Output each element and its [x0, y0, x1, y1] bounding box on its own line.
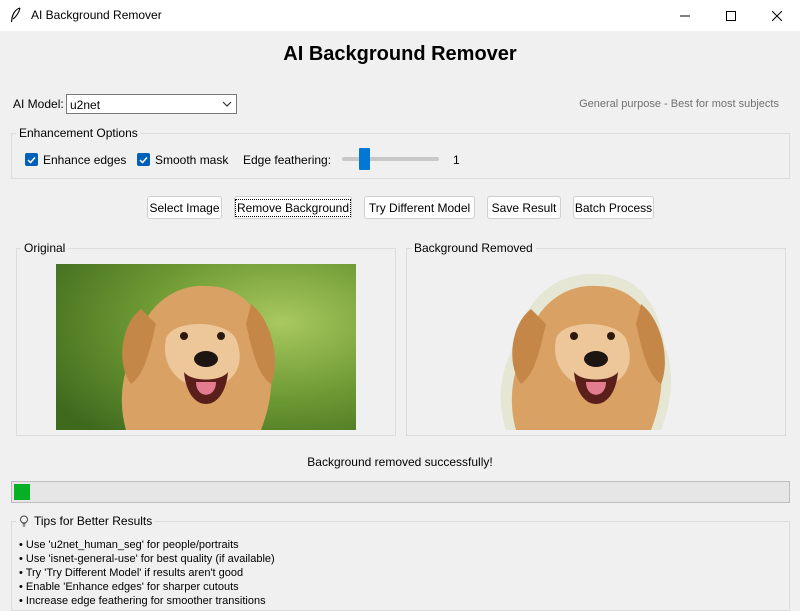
- model-select[interactable]: u2net: [66, 94, 237, 114]
- smooth-mask-label: Smooth mask: [155, 153, 229, 167]
- feathering-slider-track[interactable]: [342, 157, 439, 161]
- lightbulb-icon: [20, 515, 28, 527]
- minimize-button[interactable]: [662, 0, 708, 31]
- enhance-edges-label: Enhance edges: [43, 153, 127, 167]
- check-icon: [27, 156, 36, 164]
- feathering-value: 1: [453, 153, 460, 167]
- result-panel-label: Background Removed: [411, 241, 536, 255]
- enhancement-group-label: Enhancement Options: [16, 126, 141, 140]
- chevron-down-icon: [222, 101, 232, 107]
- result-image: [500, 273, 672, 430]
- maximize-icon: [726, 10, 736, 21]
- check-icon: [139, 156, 148, 164]
- select-image-label: Select Image: [149, 200, 220, 215]
- original-panel-label: Original: [21, 241, 69, 255]
- try-different-model-button[interactable]: Try Different Model: [364, 196, 475, 219]
- feathering-slider-thumb[interactable]: [359, 148, 370, 170]
- maximize-button[interactable]: [708, 0, 754, 31]
- tip-item: • Use 'isnet-general-use' for best quali…: [19, 553, 275, 565]
- feather-icon: [10, 7, 21, 23]
- tip-item: • Use 'u2net_human_seg' for people/portr…: [19, 539, 239, 551]
- tips-title: Tips for Better Results: [34, 514, 153, 528]
- model-label: AI Model:: [13, 97, 64, 111]
- model-description: General purpose - Best for most subjects: [579, 98, 779, 110]
- batch-process-label: Batch Process: [574, 200, 653, 215]
- tip-item: • Try 'Try Different Model' if results a…: [19, 567, 244, 579]
- remove-background-button[interactable]: Remove Background: [234, 196, 352, 219]
- tip-item: • Enable 'Enhance edges' for sharper cut…: [19, 581, 239, 593]
- remove-background-label: Remove Background: [234, 198, 352, 217]
- feathering-label: Edge feathering:: [243, 153, 332, 167]
- model-select-value: u2net: [70, 98, 101, 112]
- close-icon: [772, 10, 782, 21]
- status-message: Background removed successfully!: [307, 455, 493, 469]
- dog-cutout: [500, 273, 672, 430]
- try-different-model-label: Try Different Model: [368, 200, 471, 215]
- enhance-edges-checkbox[interactable]: [25, 153, 38, 166]
- select-image-button[interactable]: Select Image: [147, 196, 222, 219]
- progress-fill: [14, 484, 30, 500]
- smooth-mask-checkbox[interactable]: [137, 153, 150, 166]
- app-heading: AI Background Remover: [283, 43, 517, 65]
- window-title: AI Background Remover: [31, 8, 162, 22]
- progress-bar: [11, 481, 790, 503]
- minimize-icon: [680, 15, 690, 16]
- tips-list: • Use 'u2net_human_seg' for people/portr…: [19, 538, 275, 608]
- original-image: [56, 264, 356, 430]
- save-result-button[interactable]: Save Result: [487, 196, 561, 219]
- close-button[interactable]: [754, 0, 800, 31]
- save-result-label: Save Result: [491, 200, 557, 215]
- batch-process-button[interactable]: Batch Process: [573, 196, 654, 219]
- tips-header: Tips for Better Results: [16, 514, 156, 528]
- tip-item: • Increase edge feathering for smoother …: [19, 595, 266, 607]
